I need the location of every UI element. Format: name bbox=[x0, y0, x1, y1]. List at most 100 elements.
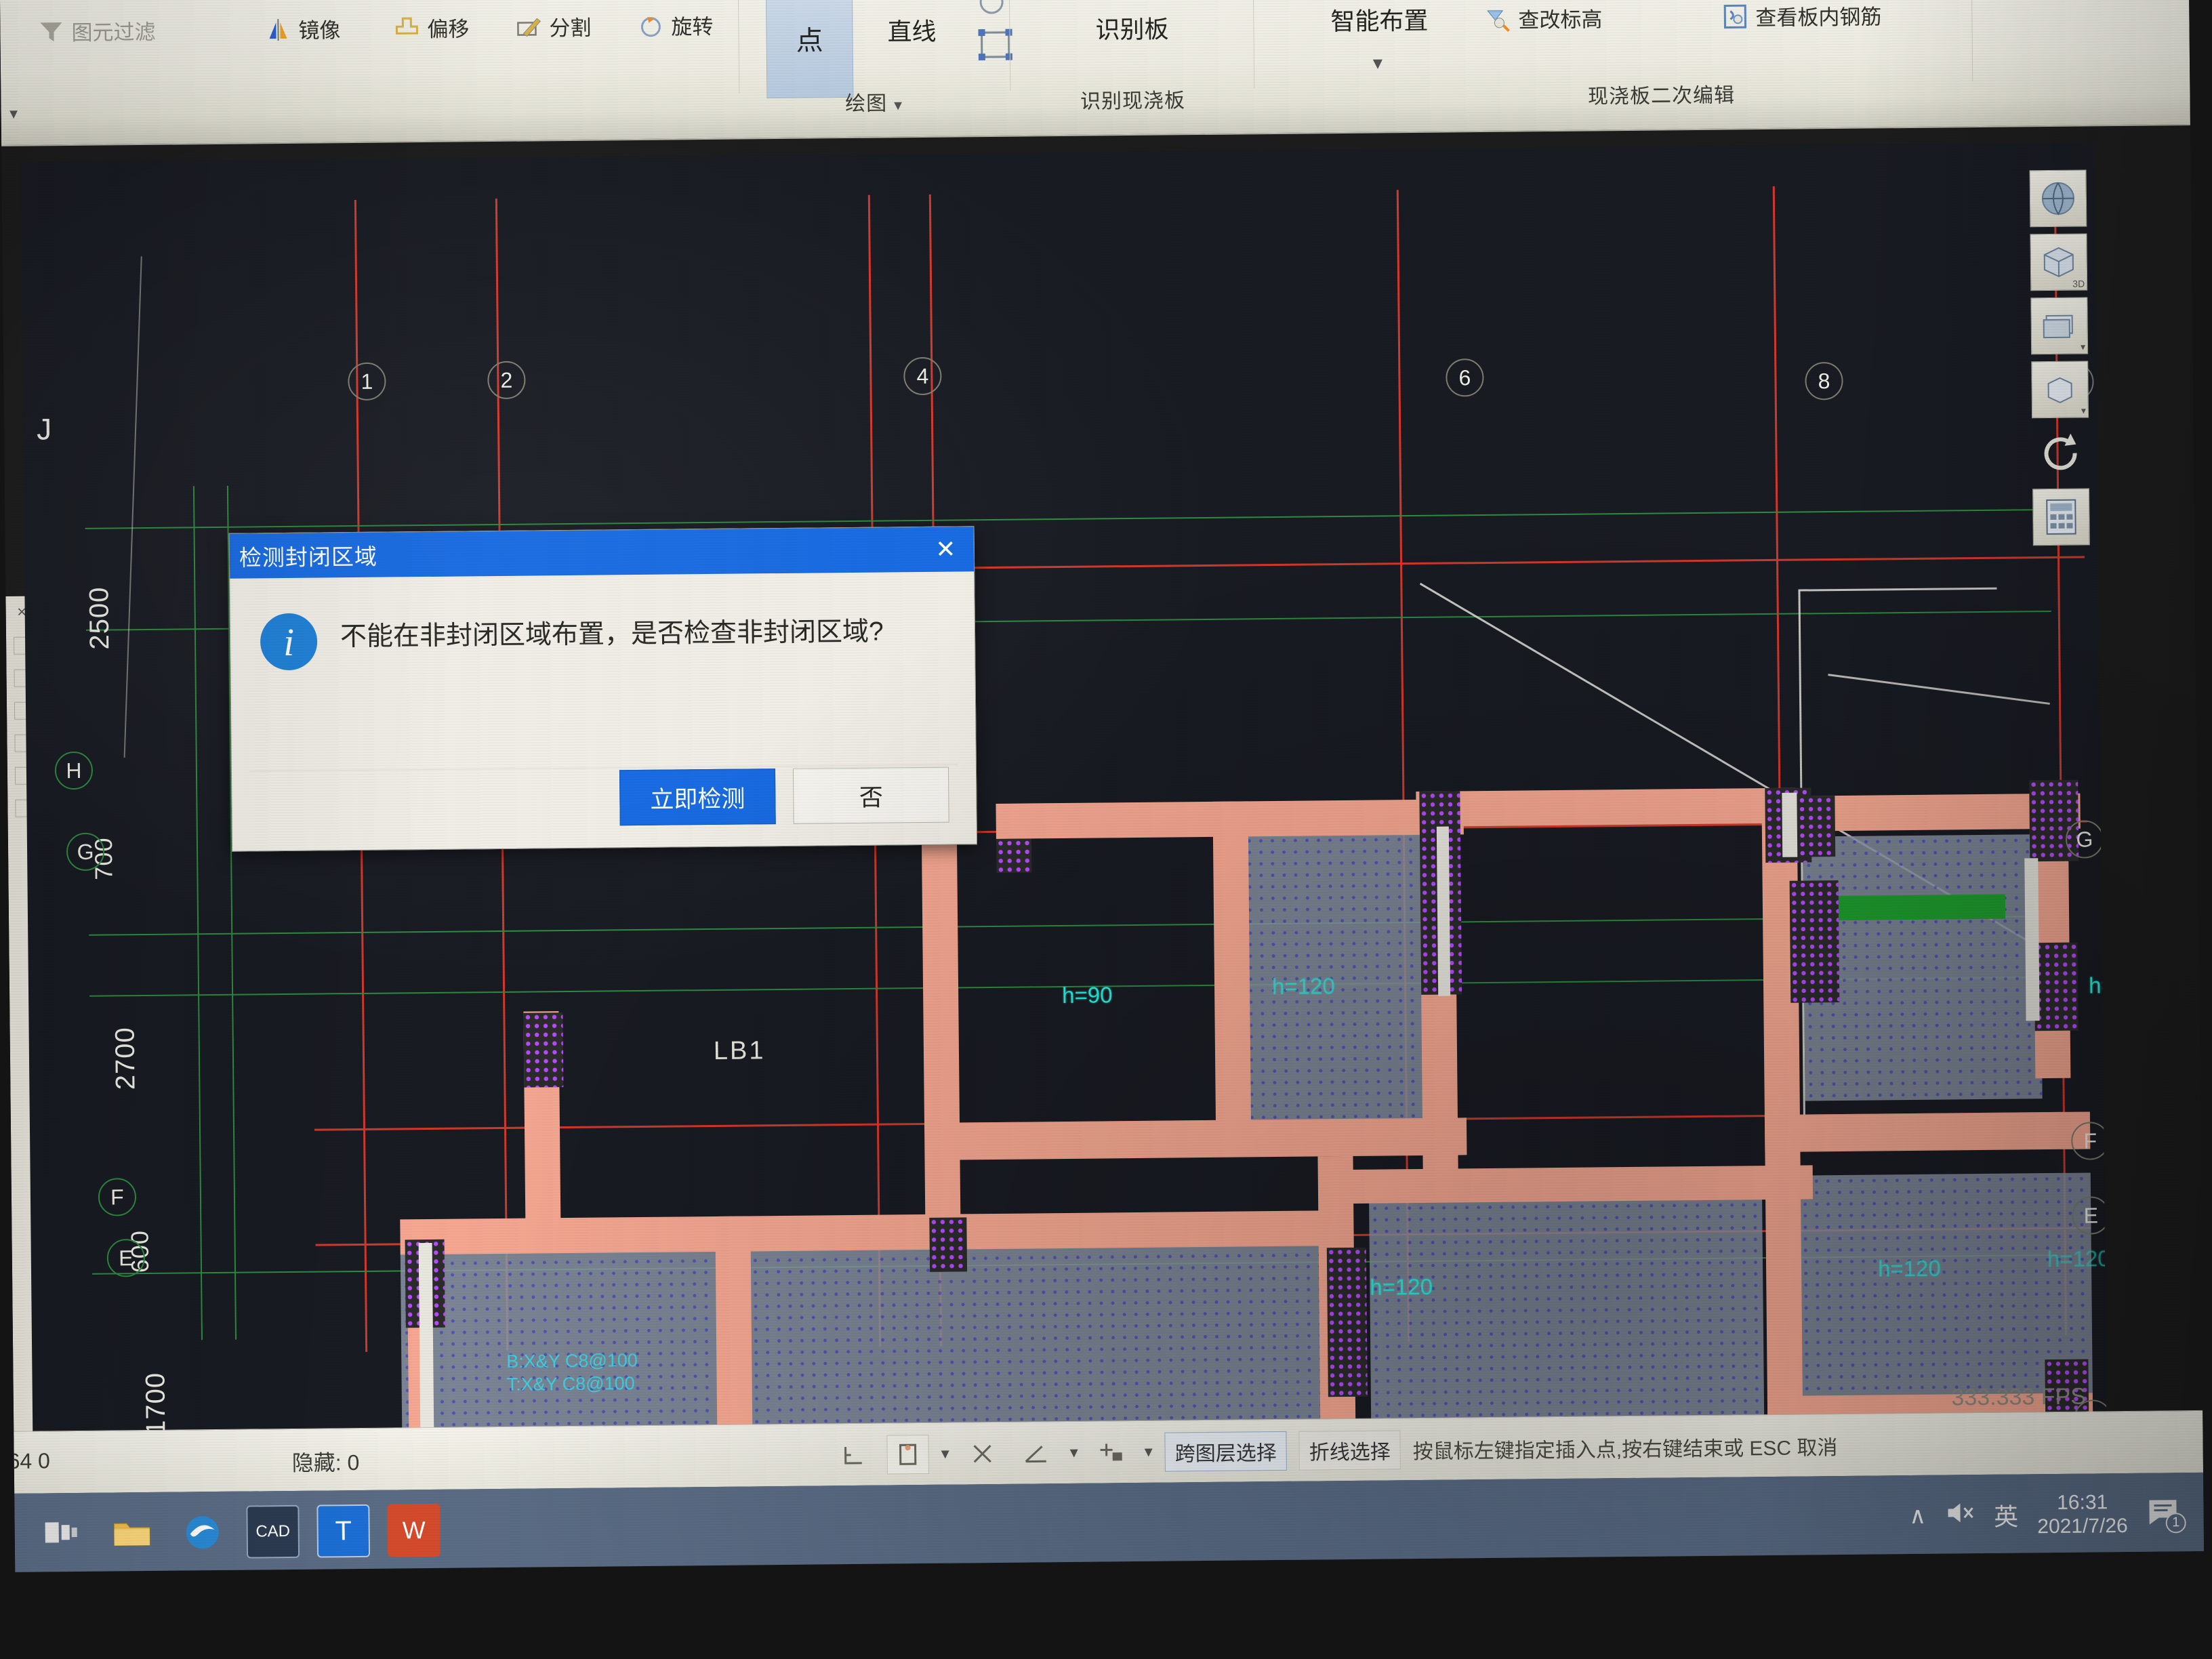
notification-center-icon[interactable]: 1 bbox=[2146, 1496, 2186, 1533]
beam-horizontal[interactable] bbox=[937, 1118, 1467, 1160]
cad-app-icon[interactable]: CAD bbox=[246, 1504, 300, 1559]
draw-line-button[interactable]: 直线 bbox=[861, 0, 963, 81]
wps-app-label: W bbox=[402, 1516, 426, 1544]
dialog-body: i 不能在非封闭区域布置，是否检查非封闭区域? bbox=[230, 571, 975, 671]
axis-bubble-top-2[interactable]: 2 bbox=[487, 361, 526, 400]
ribbon-group-label-slab-edit: 现浇板二次编辑 bbox=[1587, 84, 1736, 108]
ribbon-item-move[interactable]: 移动 bbox=[258, 0, 333, 2]
beam-horizontal[interactable] bbox=[1331, 1165, 1814, 1204]
column-element[interactable] bbox=[523, 1012, 564, 1088]
ribbon-item-mirror[interactable]: 镜像 bbox=[264, 13, 341, 44]
selection-mode-button[interactable] bbox=[886, 1434, 929, 1475]
axis-bubble-top-1[interactable]: 1 bbox=[348, 362, 386, 401]
axis-bubble-right-E[interactable]: E bbox=[2072, 1196, 2107, 1235]
dialog-title-text: 检测封闭区域 bbox=[239, 544, 378, 571]
highlighted-beam-segment[interactable] bbox=[1835, 894, 2006, 921]
axis-bubble-E[interactable]: E bbox=[106, 1239, 146, 1277]
notification-badge: 1 bbox=[2165, 1512, 2186, 1533]
beam-vertical[interactable] bbox=[921, 838, 961, 1245]
ribbon-group-label-modify: 修改 ▼ bbox=[0, 100, 22, 124]
view-plan-icon[interactable]: ▾ bbox=[2030, 297, 2089, 355]
axis-bubble-G[interactable]: G bbox=[66, 832, 105, 872]
dropdown-caret[interactable]: ▾ bbox=[2081, 341, 2085, 352]
column-element[interactable] bbox=[1326, 1247, 1368, 1397]
chevron-down-icon[interactable]: ▼ bbox=[891, 98, 905, 113]
underlay-axis-vertical bbox=[192, 486, 203, 1340]
taskbar-clock[interactable]: 16:31 2021/7/26 bbox=[2037, 1490, 2128, 1539]
axis-bubble-right-G[interactable]: G bbox=[2065, 820, 2104, 859]
ribbon-item-label: 偏移 bbox=[427, 17, 470, 41]
ribbon-group-label-recognize: 识别现浇板 bbox=[1080, 89, 1186, 113]
file-explorer-icon[interactable] bbox=[105, 1507, 159, 1560]
column-element[interactable] bbox=[996, 838, 1032, 873]
dropdown-caret[interactable]: ▾ bbox=[1145, 1442, 1153, 1462]
sketch-line bbox=[1800, 587, 1997, 592]
draw-circle-icon[interactable] bbox=[975, 0, 1009, 21]
ribbon-item-tuyuan-guolv[interactable]: 图元过滤 bbox=[37, 15, 156, 47]
gtj-app-label: T bbox=[335, 1515, 352, 1546]
axis-bubble-top-6[interactable]: 6 bbox=[1446, 359, 1484, 397]
viewcube-sphere-icon[interactable] bbox=[2029, 169, 2087, 228]
column-element[interactable] bbox=[1789, 880, 1840, 1003]
edge-browser-icon[interactable] bbox=[176, 1506, 229, 1559]
rotate-view-icon[interactable] bbox=[2032, 424, 2089, 482]
ribbon-item-split[interactable]: 分割 bbox=[515, 11, 592, 42]
gtj-app-icon[interactable]: T bbox=[316, 1504, 371, 1558]
view-box-icon[interactable]: ▾ bbox=[2031, 361, 2089, 419]
detect-now-button[interactable]: 立即检测 bbox=[619, 769, 776, 826]
task-view-icon[interactable] bbox=[35, 1507, 88, 1561]
view-3d-icon[interactable]: 3D bbox=[2030, 233, 2088, 291]
calculator-icon[interactable] bbox=[2032, 488, 2090, 546]
slab-region[interactable] bbox=[749, 1237, 1341, 1437]
wps-app-icon[interactable]: W bbox=[387, 1503, 441, 1557]
move-icon bbox=[258, 0, 285, 1]
beam-horizontal[interactable] bbox=[1416, 787, 1796, 827]
status-message: 按鼠标左键指定插入点,按右键结束或 ESC 取消 bbox=[1412, 1436, 1838, 1463]
ribbon-item-label: 旋转 bbox=[671, 14, 714, 39]
element-name-label: LB1 bbox=[713, 1036, 766, 1065]
recognize-slab-button[interactable]: 识别板 bbox=[1030, 0, 1234, 79]
axis-bubble-right-F[interactable]: F bbox=[2071, 1122, 2107, 1160]
slab-region[interactable] bbox=[400, 1243, 722, 1437]
save-element-icon bbox=[27, 0, 54, 3]
ribbon-item-tuyuan-cunpan[interactable]: 图元存盘 ▾ bbox=[27, 0, 163, 5]
insert-point-snap-button[interactable] bbox=[1090, 1433, 1132, 1473]
axis-bubble-F[interactable]: F bbox=[98, 1178, 137, 1216]
dropdown-caret[interactable]: ▾ bbox=[1070, 1443, 1078, 1462]
ribbon-item-offset[interactable]: 偏移 bbox=[393, 12, 470, 43]
column-element[interactable] bbox=[2034, 942, 2078, 1031]
beam-horizontal[interactable] bbox=[1764, 1111, 2091, 1153]
cross-layer-select-toggle[interactable]: 跨图层选择 bbox=[1164, 1431, 1288, 1472]
close-icon[interactable]: ✕ bbox=[928, 535, 964, 564]
no-button[interactable]: 否 bbox=[792, 766, 949, 824]
angle-snap-button[interactable] bbox=[1015, 1433, 1058, 1473]
dropdown-caret[interactable]: ▾ bbox=[2081, 405, 2086, 416]
info-icon: i bbox=[260, 613, 318, 671]
draw-point-button[interactable]: 点 bbox=[765, 0, 854, 99]
smart-layout-dropdown-caret[interactable]: ▼ bbox=[1370, 54, 1386, 73]
cad-app-label: CAD bbox=[255, 1521, 291, 1541]
volume-muted-icon[interactable] bbox=[1945, 1500, 1975, 1532]
ribbon-item-change-elevation[interactable]: 查改标高 bbox=[1484, 2, 1603, 34]
axis-bubble-H[interactable]: H bbox=[54, 751, 94, 790]
ribbon-item-trim[interactable]: 修剪 bbox=[434, 0, 510, 1]
column-element[interactable] bbox=[929, 1217, 968, 1272]
closed-area-detection-dialog[interactable]: 检测封闭区域 ✕ i 不能在非封闭区域布置，是否检查非封闭区域? 立即检测 否 bbox=[228, 526, 978, 852]
ribbon-item-view-slab-rebar[interactable]: 查看板内钢筋 bbox=[1721, 0, 1882, 32]
axis-bubble-top-8[interactable]: 8 bbox=[1805, 361, 1843, 401]
beam-vertical[interactable] bbox=[715, 1216, 754, 1437]
viewport-nav-strip[interactable]: 3D ▾ ▾ bbox=[2029, 169, 2095, 552]
slab-region[interactable] bbox=[1368, 1176, 1766, 1437]
dimension-1700: 1700 bbox=[140, 1372, 171, 1436]
smart-layout-button[interactable]: 智能布置 bbox=[1294, 0, 1465, 54]
ime-indicator[interactable]: 英 bbox=[1994, 1498, 2019, 1533]
ortho-snap-button[interactable] bbox=[832, 1435, 875, 1475]
axis-bubble-top-4[interactable]: 4 bbox=[903, 356, 942, 396]
intersection-snap-button[interactable] bbox=[961, 1433, 1004, 1473]
polyline-select-toggle[interactable]: 折线选择 bbox=[1298, 1429, 1401, 1471]
chevron-down-icon[interactable]: ▼ bbox=[7, 107, 21, 122]
tray-expand-icon[interactable]: ∧ bbox=[1909, 1502, 1926, 1530]
ribbon-item-rotate[interactable]: 旋转 bbox=[637, 9, 714, 41]
dropdown-caret[interactable]: ▾ bbox=[941, 1444, 949, 1464]
beam-vertical[interactable] bbox=[1212, 801, 1252, 1141]
